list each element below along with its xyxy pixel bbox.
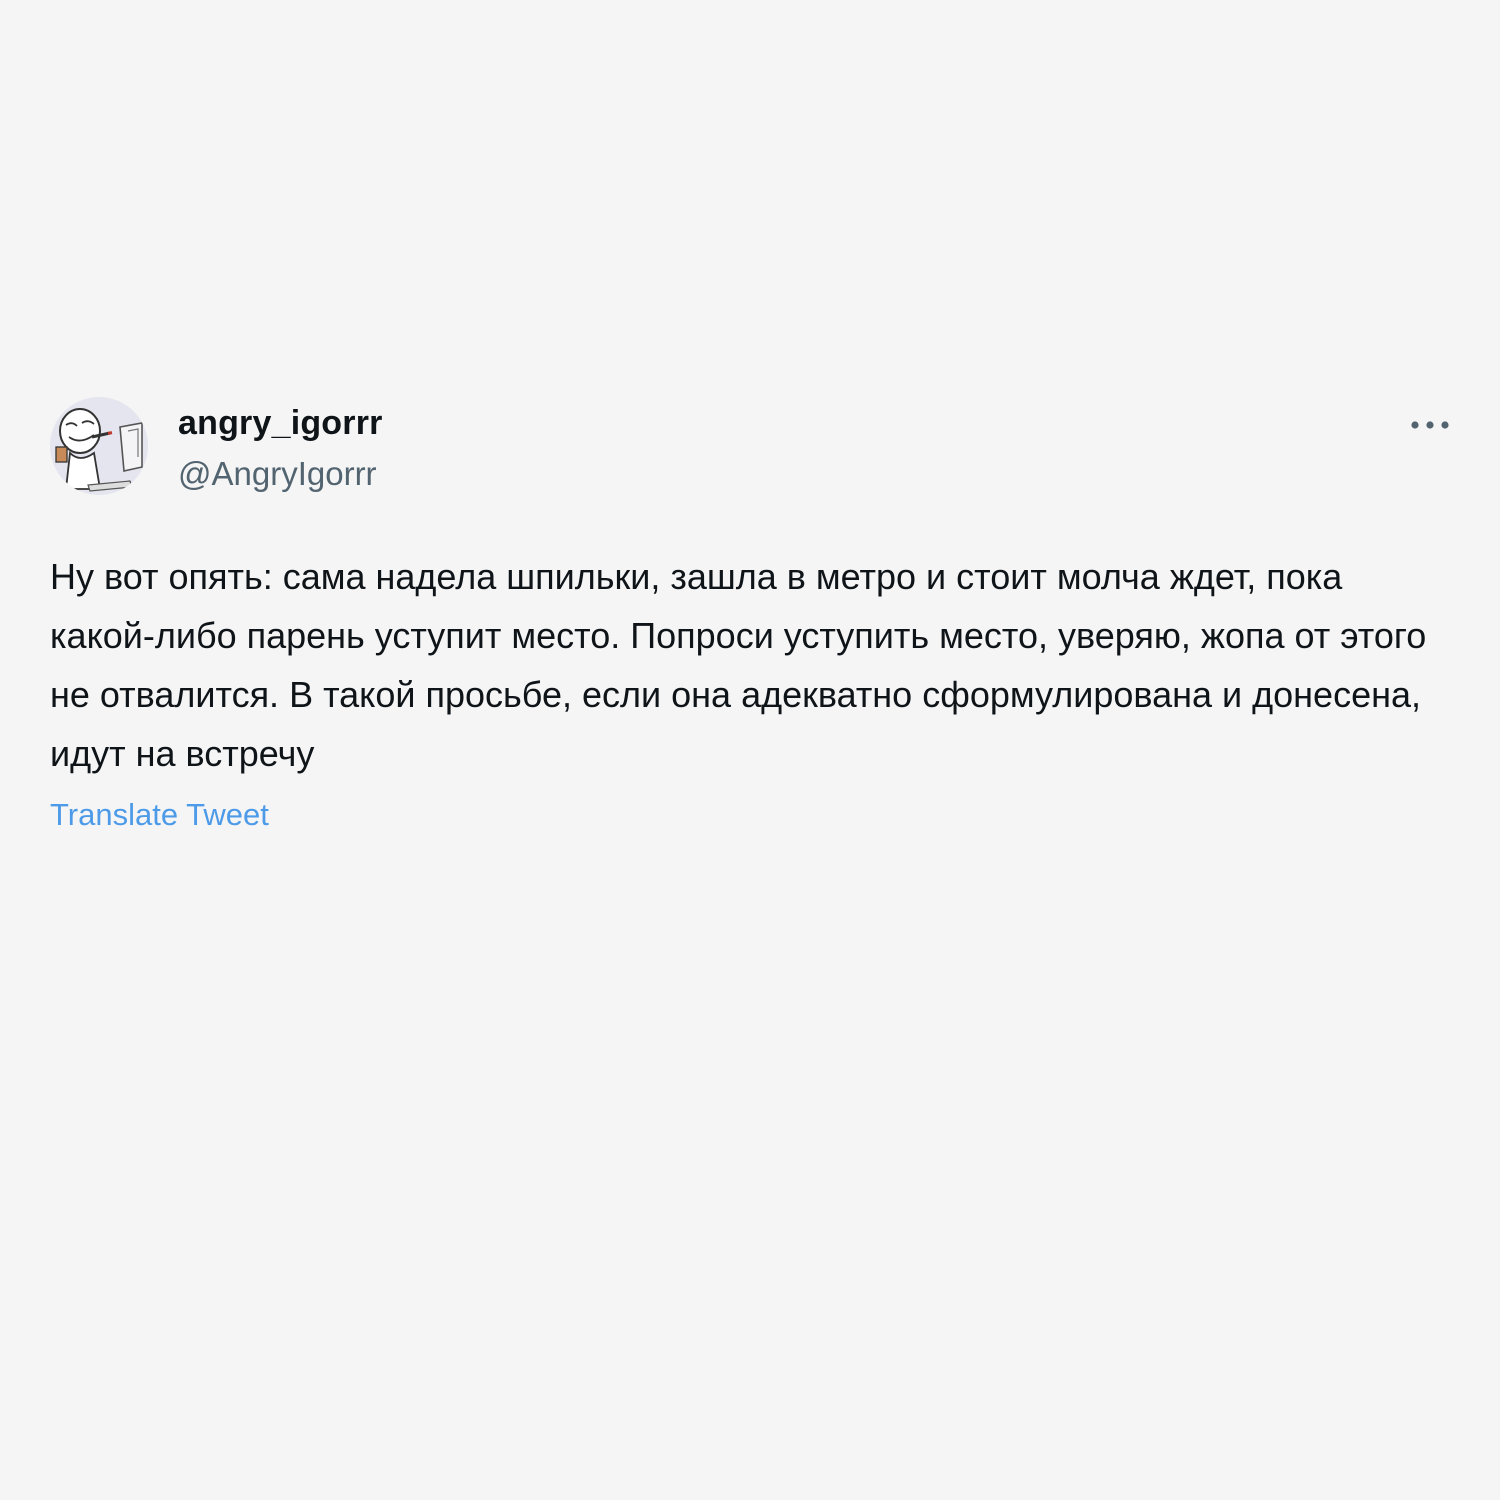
author-handle[interactable]: @AngryIgorrr [178, 452, 383, 496]
author-display-name[interactable]: angry_igorrr [178, 401, 383, 445]
translate-tweet-link[interactable]: Translate Tweet [50, 795, 269, 835]
tweet-header: angry_igorrr @AngryIgorrr [50, 395, 1460, 495]
more-options-button[interactable] [1400, 403, 1460, 447]
cartoon-avatar-icon [50, 397, 148, 495]
tweet-card: angry_igorrr @AngryIgorrr Ну вот опять: … [50, 395, 1460, 835]
more-horizontal-icon [1411, 421, 1449, 429]
author-names: angry_igorrr @AngryIgorrr [178, 401, 383, 496]
avatar[interactable] [50, 397, 148, 495]
tweet-text: Ну вот опять: сама надела шпильки, зашла… [50, 556, 1427, 774]
